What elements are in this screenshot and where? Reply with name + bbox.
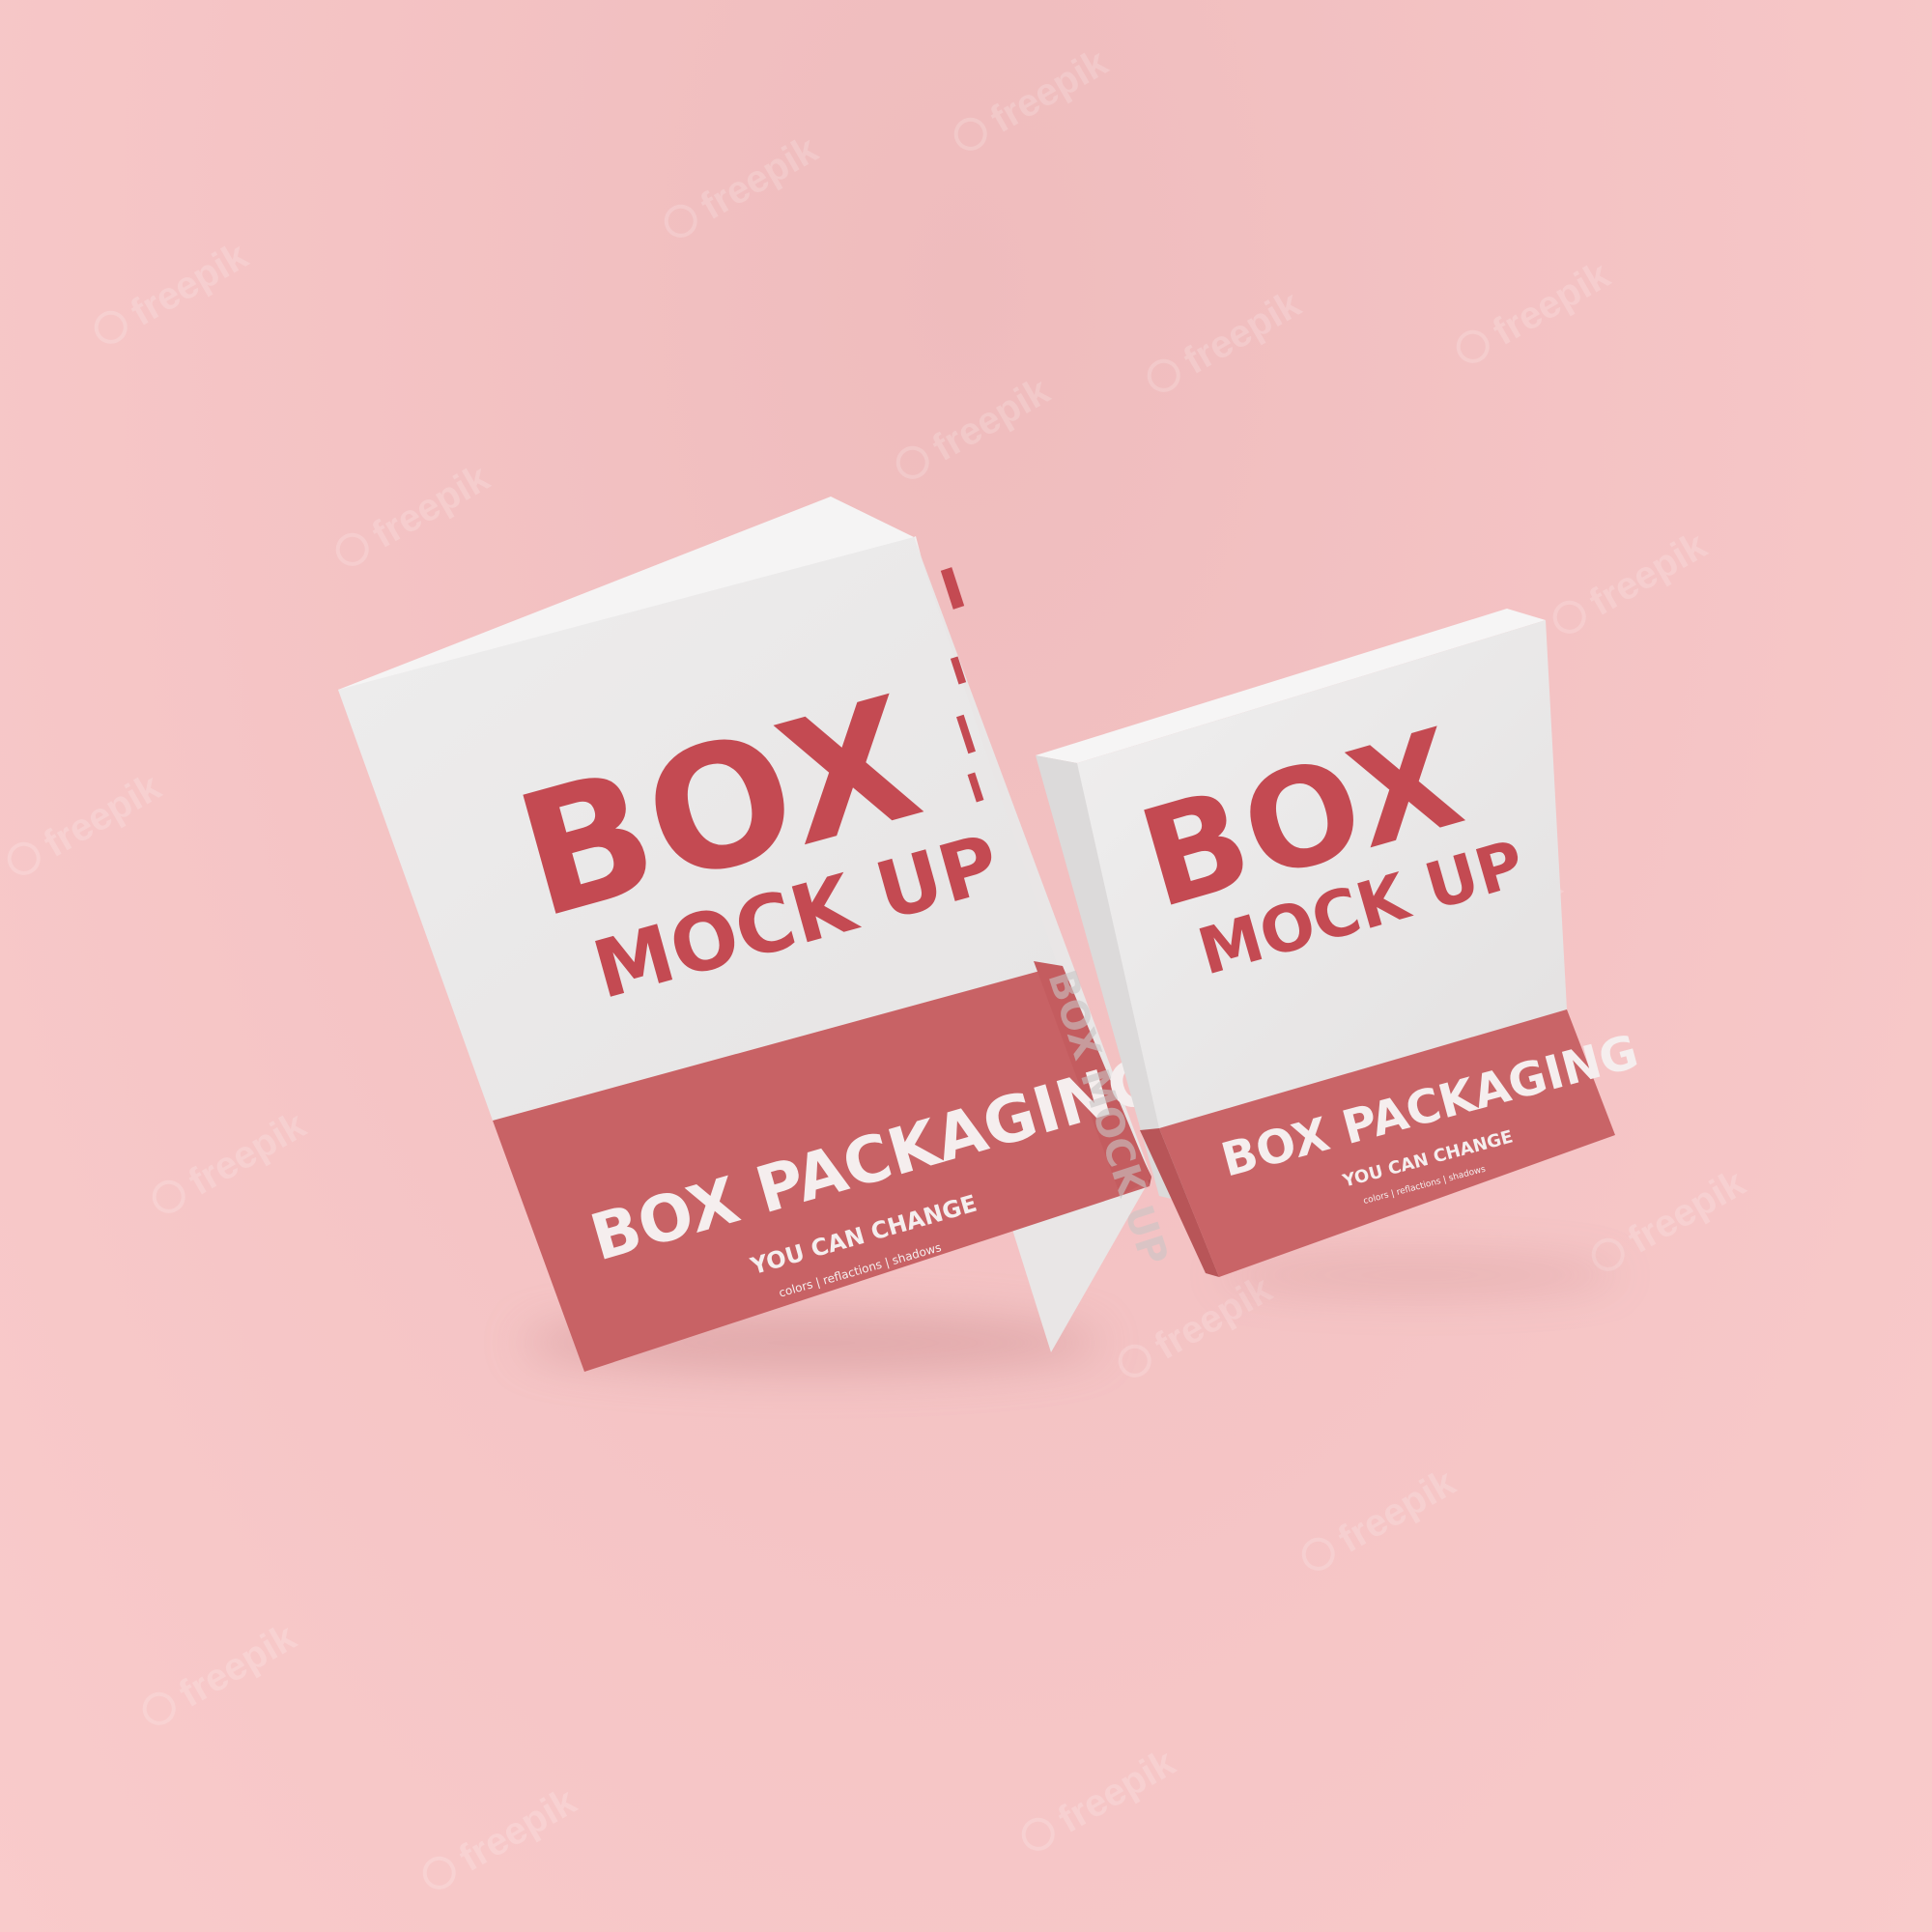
boxes-illustration: BOX MOCK UP BOX PACKAGING YOU CAN CHANGE… bbox=[338, 497, 1644, 1372]
product-mockup-scene: freepik freepik freepik freepik freepik … bbox=[0, 0, 1932, 1932]
